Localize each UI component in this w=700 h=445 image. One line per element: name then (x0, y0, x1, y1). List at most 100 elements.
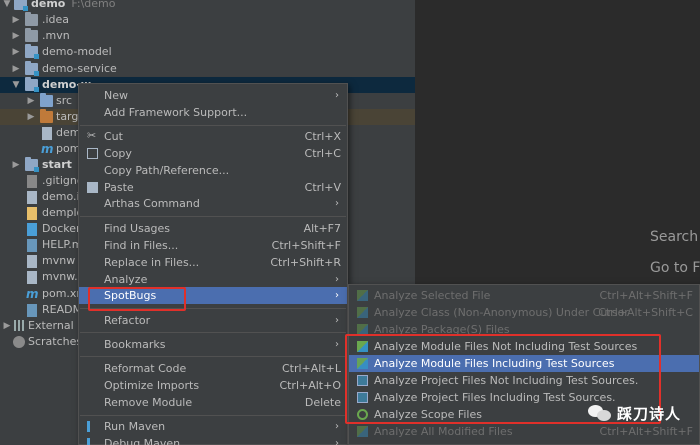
menu-item-optimize-imports[interactable]: Optimize Imports Ctrl+Alt+O (79, 377, 347, 394)
file-icon (42, 127, 52, 140)
menu-item-label: Analyze Module Files Including Test Sour… (374, 357, 615, 370)
menu-separator (80, 356, 346, 357)
submenu-item-analyze-package[interactable]: Analyze Package(S) Files (349, 321, 699, 338)
tree-item-demo-model[interactable]: ▶ demo-model (0, 44, 415, 60)
menu-item-analyze[interactable]: Analyze › (79, 271, 347, 288)
clipboard-icon (87, 182, 98, 193)
menu-item-paste[interactable]: Paste Ctrl+V (79, 179, 347, 196)
go-to-file-hint: Go to Fi (650, 260, 700, 276)
menu-item-arthas-command[interactable]: Arthas Command › (79, 195, 347, 212)
scissors-icon: ✂ (87, 129, 97, 142)
tree-item-label: demo-service (42, 62, 117, 75)
menu-separator (80, 308, 346, 309)
tree-item-path: F:\demo (71, 0, 116, 10)
module-folder-icon (14, 0, 28, 11)
menu-item-label: Add Framework Support... (104, 106, 248, 119)
menu-item-find-in-files[interactable]: Find in Files... Ctrl+Shift+F (79, 237, 347, 254)
menu-item-remove-module[interactable]: Remove Module Delete (79, 394, 347, 411)
menu-item-reformat-code[interactable]: Reformat Code Ctrl+Alt+L (79, 360, 347, 377)
chevron-down-icon[interactable]: ▼ (2, 0, 12, 12)
menu-item-label: Copy Path/Reference... (104, 164, 230, 177)
file-icon (27, 191, 37, 204)
spotbugs-icon (357, 290, 368, 301)
menu-item-shortcut: Delete (304, 396, 341, 409)
menu-item-label: Analyze Selected File (374, 289, 491, 302)
menu-item-shortcut: Ctrl+V (304, 181, 341, 194)
menu-item-label: Paste (104, 181, 134, 194)
menu-item-shortcut: Ctrl+Alt+Shift+F (599, 289, 693, 302)
menu-item-find-usages[interactable]: Find Usages Alt+F7 (79, 220, 347, 237)
submenu-item-analyze-project-no-tests[interactable]: Analyze Project Files Not Including Test… (349, 372, 699, 389)
menu-item-new[interactable]: New › (79, 87, 347, 104)
menu-item-label: Analyze Module Files Not Including Test … (374, 340, 638, 353)
submenu-item-analyze-selected-file[interactable]: Analyze Selected File Ctrl+Alt+Shift+F (349, 287, 699, 304)
chevron-right-icon[interactable]: ▶ (11, 44, 21, 60)
maven-file-icon: m (26, 287, 39, 301)
menu-item-shortcut: Ctrl+Alt+L (281, 362, 341, 375)
wechat-icon (588, 403, 612, 423)
submenu-arrow-icon: › (335, 421, 339, 432)
menu-item-shortcut: Ctrl+Shift+R (270, 256, 341, 269)
menu-item-label: Analyze Scope Files (374, 408, 482, 421)
docker-file-icon (27, 223, 37, 236)
menu-item-replace-in-files[interactable]: Replace in Files... Ctrl+Shift+R (79, 254, 347, 271)
tree-item-demo-service[interactable]: ▶ demo-service (0, 61, 415, 77)
tree-item-mvn[interactable]: ▶ .mvn (0, 28, 415, 44)
scope-icon (357, 409, 368, 420)
menu-item-label: Analyze Project Files Not Including Test… (374, 374, 639, 387)
tree-item-label: demo (31, 0, 66, 10)
menu-item-label: Replace in Files... (104, 256, 200, 269)
tree-item-label: .idea (42, 13, 70, 26)
submenu-item-analyze-module-no-tests[interactable]: Analyze Module Files Not Including Test … (349, 338, 699, 355)
menu-item-label: Analyze All Modified Files (374, 425, 513, 438)
menu-item-add-framework-support[interactable]: Add Framework Support... (79, 104, 347, 121)
watermark: 踩刀诗人 (588, 400, 681, 426)
chevron-right-icon[interactable]: ▶ (26, 93, 36, 109)
project-icon (357, 375, 368, 386)
chevron-right-icon[interactable]: ▶ (26, 109, 36, 125)
folder-icon (25, 28, 38, 42)
module-folder-icon (25, 157, 39, 172)
chevron-right-icon[interactable]: ▶ (11, 12, 21, 28)
spotbugs-icon (357, 426, 368, 437)
excluded-folder-icon (40, 109, 53, 123)
menu-item-spotbugs[interactable]: SpotBugs › (79, 287, 347, 304)
submenu-item-analyze-class[interactable]: Analyze Class (Non-Anonymous) Under Curs… (349, 304, 699, 321)
menu-item-copy-path[interactable]: Copy Path/Reference... (79, 162, 347, 179)
tree-item-label: src (56, 94, 73, 107)
menu-item-label: Copy (104, 147, 132, 160)
menu-item-run-maven[interactable]: Run Maven › (79, 418, 347, 435)
html-file-icon (27, 207, 37, 220)
tree-item-label: dem (56, 126, 81, 139)
chevron-down-icon[interactable]: ▼ (11, 77, 21, 93)
chevron-right-icon[interactable]: ▶ (2, 318, 12, 334)
menu-separator (80, 415, 346, 416)
maven-file-icon: m (41, 142, 54, 156)
menu-item-bookmarks[interactable]: Bookmarks › (79, 336, 347, 353)
menu-item-cut[interactable]: ✂ Cut Ctrl+X (79, 128, 347, 145)
menu-item-label: Find Usages (104, 222, 171, 235)
menu-item-label: Bookmarks (104, 338, 166, 351)
markdown-file-icon (27, 239, 37, 252)
menu-item-shortcut: Alt+F7 (303, 222, 341, 235)
menu-item-label: Analyze Class (Non-Anonymous) Under Curs… (374, 306, 629, 319)
submenu-item-analyze-module-with-tests[interactable]: Analyze Module Files Including Test Sour… (349, 355, 699, 372)
menu-item-label: Optimize Imports (104, 379, 200, 392)
tree-item-idea[interactable]: ▶ .idea (0, 12, 415, 28)
tree-item-label: start (42, 158, 72, 171)
menu-separator (80, 125, 346, 126)
chevron-right-icon[interactable]: ▶ (11, 157, 21, 173)
menu-item-label: Remove Module (104, 396, 193, 409)
tree-item-demo-root[interactable]: ▼ demo F:\demo (0, 0, 415, 12)
menu-separator (80, 216, 346, 217)
submenu-arrow-icon: › (335, 90, 339, 101)
module-folder-icon (25, 77, 39, 92)
chevron-right-icon[interactable]: ▶ (11, 61, 21, 77)
menu-item-copy[interactable]: Copy Ctrl+C (79, 145, 347, 162)
chevron-right-icon[interactable]: ▶ (11, 28, 21, 44)
tree-item-label: .mvn (42, 29, 70, 42)
project-icon (357, 392, 368, 403)
menu-item-refactor[interactable]: Refactor › (79, 312, 347, 329)
menu-item-debug-maven[interactable]: Debug Maven › (79, 435, 347, 445)
menu-item-label: Analyze (104, 273, 148, 286)
